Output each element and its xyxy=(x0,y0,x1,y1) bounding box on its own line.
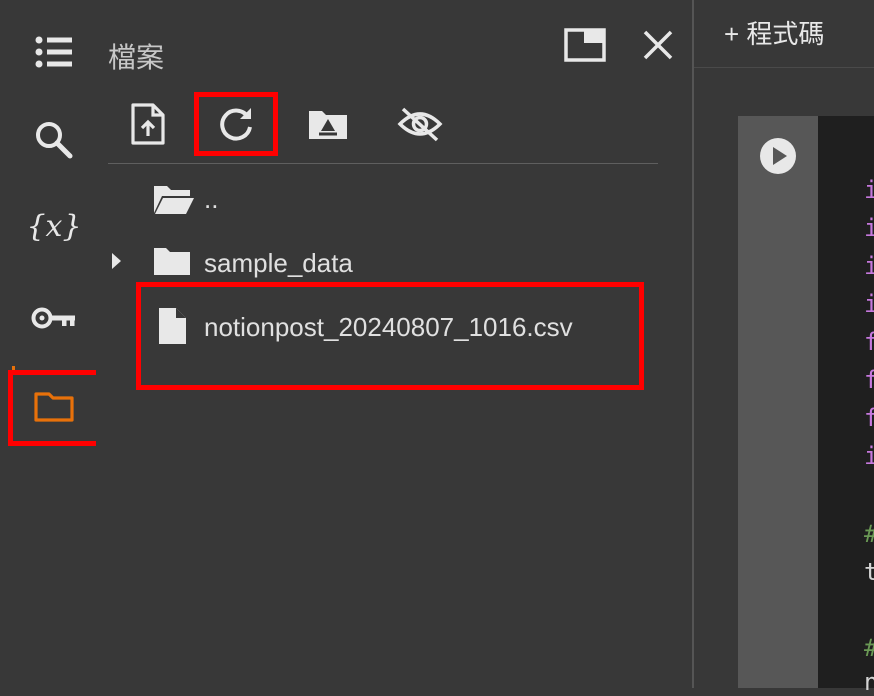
code-cell[interactable]: i i i i f f f i # t # n xyxy=(738,116,874,696)
code-line: f xyxy=(864,366,874,394)
activity-rail: {x} xyxy=(0,0,96,688)
files-panel: 檔案 .. sample_data notionpost_20240807_10… xyxy=(96,0,692,688)
secrets-button[interactable] xyxy=(14,288,94,348)
code-line: t xyxy=(864,558,874,586)
search-icon xyxy=(36,122,73,159)
table-of-contents-button[interactable] xyxy=(14,22,94,82)
refresh-button[interactable] xyxy=(200,94,272,154)
refresh-icon xyxy=(220,108,252,141)
toolbar-divider xyxy=(108,163,658,164)
code-line: i xyxy=(864,214,874,242)
variables-button[interactable]: {x} xyxy=(14,196,94,256)
code-editor[interactable]: i i i i f f f i # t # n xyxy=(818,116,874,696)
code-line: i xyxy=(864,442,874,470)
undock-panel-button[interactable] xyxy=(562,24,608,66)
code-line: n xyxy=(864,668,874,696)
files-button[interactable] xyxy=(14,376,94,436)
code-line: i xyxy=(864,252,874,280)
folder-icon xyxy=(34,392,74,422)
close-icon xyxy=(643,30,673,60)
file-icon xyxy=(159,308,186,344)
file-item-label: .. xyxy=(204,184,219,214)
add-code-button[interactable]: + 程式碼 xyxy=(724,14,824,51)
search-button[interactable] xyxy=(14,110,94,170)
code-line: f xyxy=(864,328,874,356)
code-line: # xyxy=(864,634,874,662)
file-item-label: notionpost_20240807_1016.csv xyxy=(204,312,573,342)
code-line: # xyxy=(864,520,874,548)
open-in-new-window-icon xyxy=(564,28,606,62)
upload-button[interactable] xyxy=(112,94,184,154)
file-item-parent[interactable]: .. xyxy=(96,172,656,228)
folder-icon xyxy=(154,248,190,275)
notebook-area: + 程式碼 i i i i f f f i # t # n xyxy=(694,0,874,696)
cell-gutter xyxy=(738,116,818,688)
upload-file-icon xyxy=(131,103,165,145)
code-line: f xyxy=(864,404,874,432)
close-panel-button[interactable] xyxy=(636,24,680,66)
active-indicator xyxy=(12,366,15,374)
list-icon xyxy=(35,36,72,68)
code-line: i xyxy=(864,290,874,318)
variables-icon: {x} xyxy=(26,208,82,244)
code-line: i xyxy=(864,176,874,204)
header-divider xyxy=(694,67,874,68)
mount-drive-icon xyxy=(309,111,347,139)
toggle-hidden-files-button[interactable] xyxy=(384,94,456,154)
folder-open-icon xyxy=(154,186,194,214)
mount-drive-button[interactable] xyxy=(292,94,364,154)
file-item-folder[interactable]: sample_data xyxy=(96,234,656,290)
file-item-label: sample_data xyxy=(204,248,353,278)
file-item-csv[interactable]: notionpost_20240807_1016.csv xyxy=(96,298,656,354)
hide-files-icon xyxy=(397,107,443,142)
key-icon xyxy=(31,307,75,329)
panel-title: 檔案 xyxy=(108,42,165,73)
run-cell-icon[interactable] xyxy=(758,136,798,176)
expand-arrow-icon[interactable] xyxy=(110,251,122,271)
